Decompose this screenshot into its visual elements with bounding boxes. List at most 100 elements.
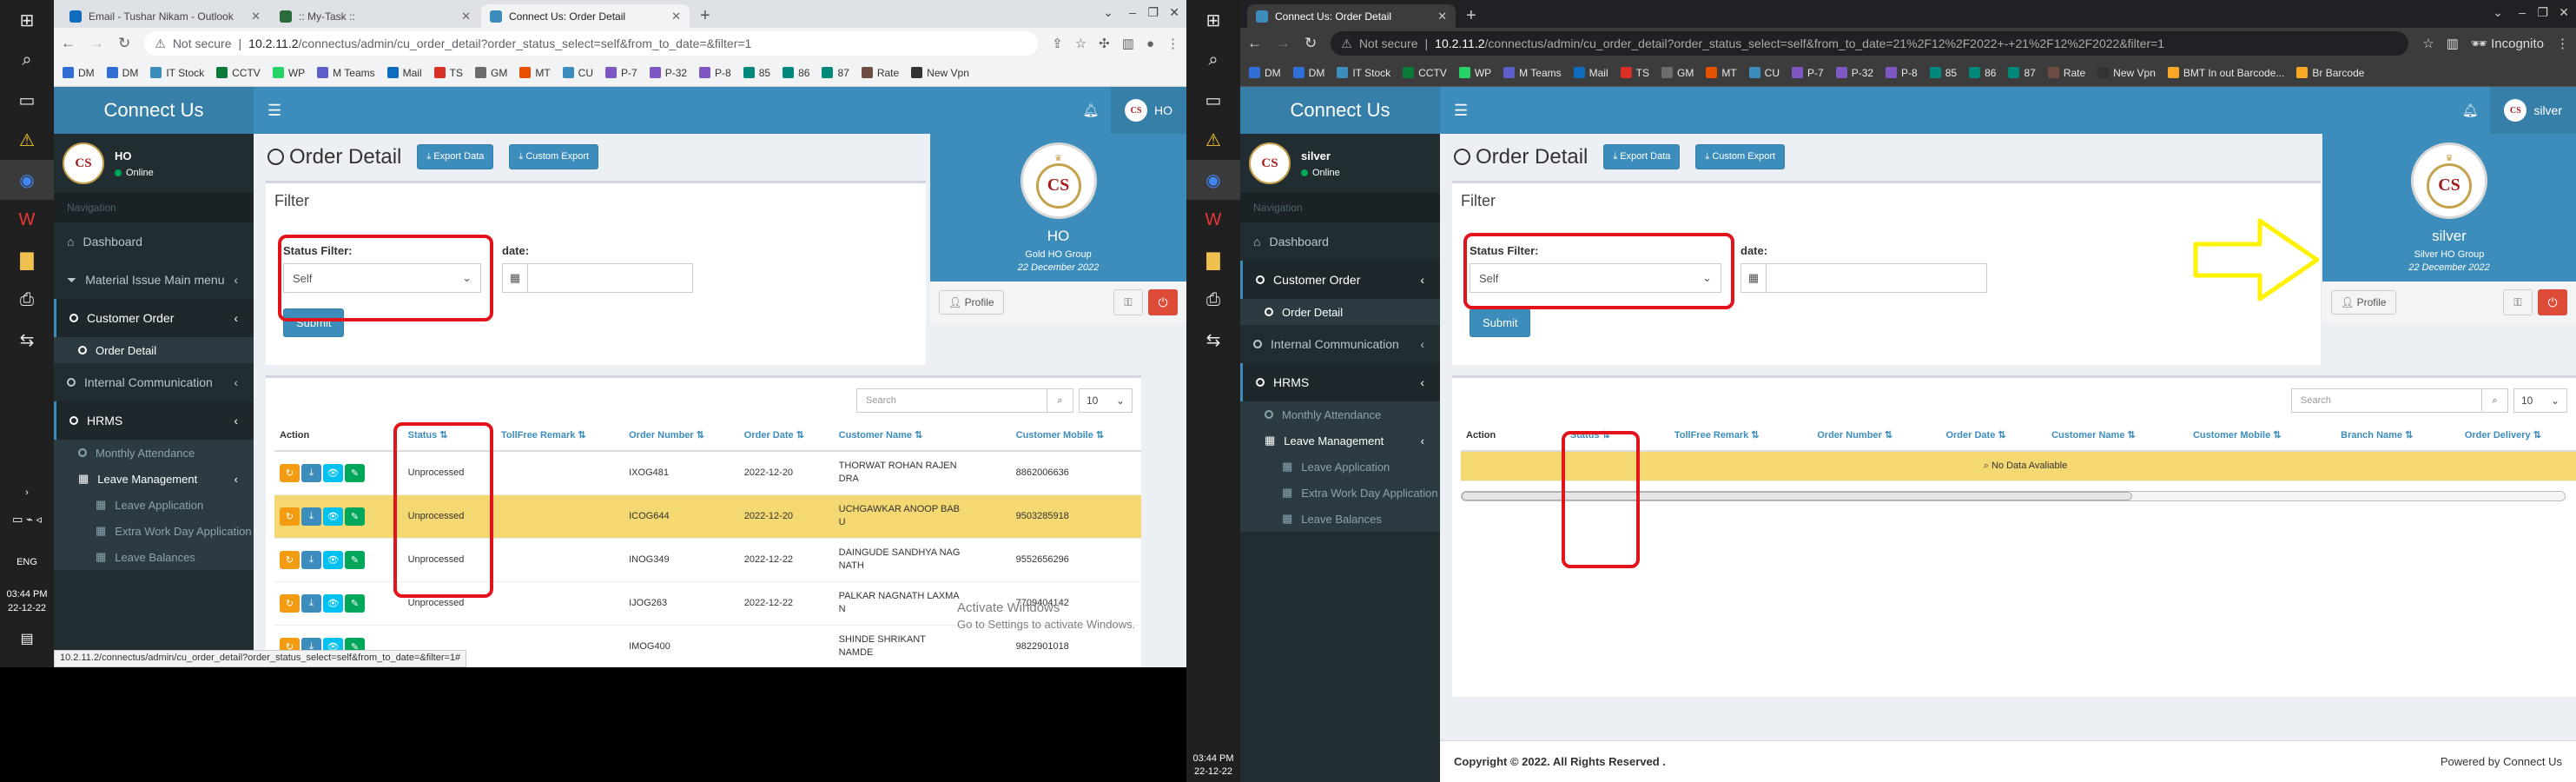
bookmark-item[interactable]: P-8 — [1886, 67, 1918, 79]
refresh-icon[interactable]: ↻ — [280, 507, 300, 526]
table-header[interactable]: Customer Mobile ⇅ — [2187, 420, 2336, 452]
bookmark-item[interactable]: CCTV — [1403, 67, 1447, 79]
forward-icon[interactable]: → — [89, 35, 104, 52]
download-icon[interactable]: ⤓ — [301, 550, 321, 569]
bookmark-item[interactable]: DM — [106, 67, 138, 79]
extensions-icon[interactable]: ✣ — [1099, 36, 1110, 51]
notification-icon[interactable]: ▤ — [0, 633, 54, 646]
user-menu[interactable]: CS HO — [1111, 87, 1186, 134]
table-header[interactable]: Order Number ⇅ — [1812, 420, 1941, 452]
sidebar-item-dashboard[interactable]: ⌂ Dashboard — [1240, 222, 1440, 261]
bookmark-item[interactable]: DM — [63, 67, 95, 79]
bookmark-item[interactable]: Mail — [1573, 67, 1608, 79]
download-icon[interactable]: ⤓ — [301, 593, 321, 613]
reload-icon[interactable]: ↻ — [1305, 35, 1317, 52]
sidebar-item-internal-communication[interactable]: Internal Communication ‹ — [1240, 325, 1440, 363]
bookmark-item[interactable]: MT — [1706, 67, 1737, 79]
bookmark-item[interactable]: 87 — [2008, 67, 2036, 79]
star-icon[interactable]: ☆ — [1075, 36, 1087, 51]
view-icon[interactable]: 👁︎ — [323, 593, 343, 613]
window-close-icon[interactable]: ✕ — [2559, 5, 2569, 20]
table-header[interactable]: Branch Name ⇅ — [2335, 420, 2460, 452]
bookmark-item[interactable]: GM — [1661, 67, 1694, 79]
wps-icon[interactable]: W — [1186, 200, 1240, 240]
bell-icon[interactable]: 🔔︎ — [2450, 103, 2490, 118]
tab-search-icon[interactable]: ⌄ — [1103, 5, 1113, 20]
table-header[interactable]: Customer Mobile ⇅ — [1010, 420, 1141, 452]
search-icon[interactable]: ⌕ — [1047, 389, 1073, 412]
bookmark-item[interactable]: BMT In out Barcode... — [2167, 67, 2284, 79]
sidebar-item-monthly-attendance[interactable]: Monthly Attendance — [54, 440, 254, 466]
submit-button[interactable]: Submit — [1470, 308, 1531, 337]
folder-icon[interactable]: ▇ — [1186, 240, 1240, 280]
address-bar[interactable]: ⚠ Not secure | 10.2.11.2/connectus/admin… — [1331, 31, 2409, 56]
sidebar-item-hrms[interactable]: HRMS ‹ — [1240, 363, 1440, 401]
refresh-icon[interactable]: ↻ — [280, 463, 300, 482]
close-icon[interactable]: ✕ — [461, 10, 471, 23]
view-icon[interactable]: 👁︎ — [323, 463, 343, 482]
printer-icon[interactable]: ⎙ — [0, 280, 54, 320]
edit-icon[interactable]: ✎ — [345, 550, 365, 569]
window-close-icon[interactable]: ✕ — [1169, 5, 1179, 20]
sidebar-item-customer-order[interactable]: Customer Order ‹ — [54, 299, 254, 337]
page-length-select[interactable]: 10 ⌄ — [2513, 388, 2567, 413]
page-length-select[interactable]: 10 ⌄ — [1079, 388, 1133, 413]
bookmark-item[interactable]: P-7 — [605, 67, 637, 79]
windows-start-icon[interactable]: ⊞ — [1186, 0, 1240, 40]
back-icon[interactable]: ← — [61, 35, 76, 52]
bookmark-item[interactable]: GM — [474, 67, 507, 79]
bookmark-item[interactable]: CU — [562, 67, 593, 79]
windows-start-icon[interactable]: ⊞ — [0, 0, 54, 40]
tab-search-icon[interactable]: ⌄ — [2493, 5, 2503, 20]
bookmark-item[interactable]: M Teams — [317, 67, 375, 79]
power-icon[interactable]: ⏻ — [1148, 289, 1178, 315]
sidebar-item-leave-management[interactable]: ▦ Leave Management ‹ — [1240, 427, 1440, 454]
bookmark-item[interactable]: 85 — [743, 67, 770, 79]
bookmark-item[interactable]: P-7 — [1792, 67, 1824, 79]
app-logo[interactable]: Connect Us — [1240, 87, 1440, 134]
bookmark-item[interactable]: P-8 — [699, 67, 731, 79]
sidebar-item-order-detail[interactable]: Order Detail — [54, 337, 254, 363]
view-icon[interactable]: 👁︎ — [323, 550, 343, 569]
power-icon[interactable]: ⏻ — [2538, 289, 2567, 315]
search-input[interactable]: Search ⌕ — [856, 388, 1073, 413]
bookmark-item[interactable]: 87 — [822, 67, 849, 79]
refresh-icon[interactable]: ↻ — [280, 550, 300, 569]
bookmark-item[interactable]: WP — [1458, 67, 1491, 79]
bookmark-item[interactable]: TS — [433, 67, 463, 79]
tray-chevron-icon[interactable]: › — [0, 487, 54, 500]
bookmark-item[interactable]: P-32 — [649, 67, 687, 79]
minimize-icon[interactable]: – — [2519, 5, 2526, 19]
bookmark-item[interactable]: DM — [1249, 67, 1281, 79]
chrome-icon[interactable]: ◉ — [1186, 160, 1240, 200]
custom-export-button[interactable]: ⤓ Custom Export — [1695, 144, 1786, 169]
reload-icon[interactable]: ↻ — [118, 35, 130, 52]
search-icon[interactable]: ⌕ — [0, 40, 54, 80]
sidebar-item-material-issue[interactable]: ⏷ Material Issue Main menu ‹ — [54, 261, 254, 299]
warning-icon[interactable]: ⚠ — [1186, 120, 1240, 160]
sidepanel-icon[interactable]: ▥ — [1122, 36, 1134, 51]
search-icon[interactable]: ⌕ — [1186, 40, 1240, 80]
sidebar-item-leave-balances[interactable]: ▦ Leave Balances — [54, 544, 254, 570]
sidebar-item-monthly-attendance[interactable]: Monthly Attendance — [1240, 401, 1440, 427]
table-header[interactable]: Order Number ⇅ — [624, 420, 739, 452]
bookmark-item[interactable]: Rate — [861, 67, 899, 79]
download-icon[interactable]: ⤓ — [301, 463, 321, 482]
export-data-button[interactable]: ⤓ Export Data — [1603, 144, 1681, 169]
close-icon[interactable]: ✕ — [1437, 10, 1447, 23]
language-indicator[interactable]: ENG — [0, 556, 54, 569]
sidebar-item-leave-application[interactable]: ▦ Leave Application — [1240, 454, 1440, 480]
table-header[interactable]: Order Date ⇅ — [738, 420, 834, 452]
restore-icon[interactable]: ❐ — [1147, 5, 1159, 20]
network-app-icon[interactable]: ⇆ — [1186, 320, 1240, 360]
bookmark-item[interactable]: 85 — [1929, 67, 1957, 79]
bookmark-item[interactable]: WP — [272, 67, 305, 79]
bookmark-item[interactable]: TS — [1620, 67, 1649, 79]
bookmark-item[interactable]: 86 — [1969, 67, 1996, 79]
bookmark-item[interactable]: MT — [519, 67, 551, 79]
star-icon[interactable]: ☆ — [2422, 36, 2434, 51]
sidebar-item-leave-application[interactable]: ▦ Leave Application — [54, 492, 254, 518]
new-tab-icon[interactable]: + — [700, 4, 710, 28]
profile-icon[interactable]: ● — [1146, 36, 1154, 51]
table-header[interactable]: TollFree Remark ⇅ — [1668, 420, 1813, 452]
